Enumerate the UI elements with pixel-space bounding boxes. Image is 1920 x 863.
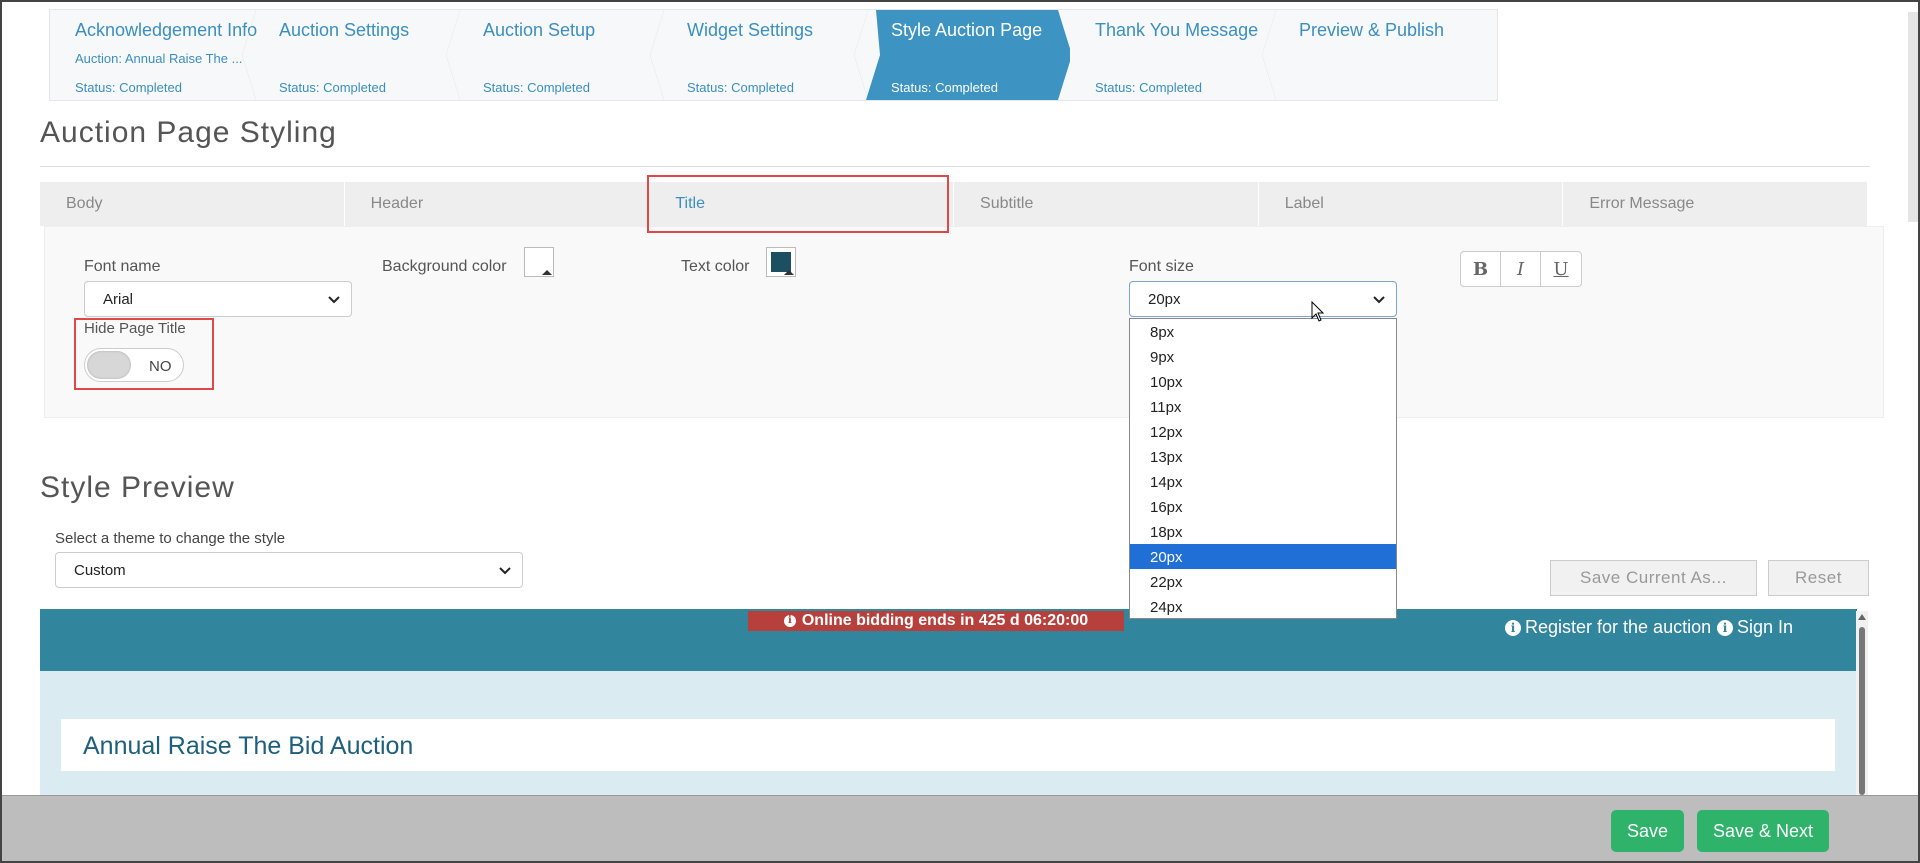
font-size-dropdown: 8px 9px 10px 11px 12px 13px 14px 16px 18… <box>1129 318 1397 619</box>
step-status: Status: Completed <box>279 80 386 95</box>
chevron-down-icon <box>1373 296 1385 304</box>
step-name: Auction Settings <box>279 20 410 40</box>
font-size-option[interactable]: 12px <box>1130 419 1396 444</box>
font-size-option[interactable]: 18px <box>1130 519 1396 544</box>
tab-label[interactable]: Label <box>1259 182 1564 226</box>
bold-button[interactable]: B <box>1461 252 1501 286</box>
step-acknowledgement-info[interactable]: Acknowledgement Info Auction: Annual Rai… <box>50 10 258 100</box>
register-link[interactable]: i Register for the auction <box>1505 617 1711 638</box>
style-settings-panel <box>44 226 1884 418</box>
step-name: Acknowledgement Info <box>75 20 258 40</box>
font-size-option[interactable]: 10px <box>1130 369 1396 394</box>
save-button[interactable]: Save <box>1611 810 1684 852</box>
mouse-cursor-icon <box>1311 301 1325 322</box>
divider <box>40 166 1870 167</box>
step-auction-name: Auction: Annual Raise The ... <box>75 51 243 66</box>
text-format-buttons: B I U <box>1460 251 1582 287</box>
scroll-up-arrow-icon[interactable] <box>1858 614 1866 620</box>
info-icon: i <box>783 615 796 627</box>
italic-button[interactable]: I <box>1501 252 1541 286</box>
style-preview-area: i Online bidding ends in 425 d 06:20:00 … <box>40 609 1857 799</box>
style-tabs: Body Header Title Subtitle Label Error M… <box>40 182 1869 226</box>
theme-value: Custom <box>74 562 126 579</box>
font-name-select[interactable]: Arial <box>84 281 352 317</box>
step-status: Status: Completed <box>75 80 182 95</box>
underline-button[interactable]: U <box>1541 252 1581 286</box>
reset-button[interactable]: Reset <box>1768 560 1869 596</box>
step-name: Widget Settings <box>687 20 814 40</box>
countdown-banner: i Online bidding ends in 425 d 06:20:00 <box>748 611 1124 631</box>
hide-title-highlight <box>74 318 214 390</box>
step-auction-settings[interactable]: Auction Settings Status: Completed <box>254 10 460 100</box>
theme-label: Select a theme to change the style <box>55 530 286 547</box>
preview-auction-title: Annual Raise The Bid Auction <box>83 732 414 760</box>
font-name-value: Arial <box>103 291 134 308</box>
tab-header[interactable]: Header <box>345 182 650 226</box>
step-auction-setup[interactable]: Auction Setup Status: Completed <box>458 10 664 100</box>
tab-subtitle[interactable]: Subtitle <box>954 182 1259 226</box>
page-scrollbar[interactable] <box>1908 12 1918 222</box>
page-title: Auction Page Styling <box>40 116 337 149</box>
register-link-text: Register for the auction <box>1525 617 1712 637</box>
theme-select[interactable]: Custom <box>55 552 523 588</box>
step-name: Preview & Publish <box>1299 20 1445 40</box>
step-preview-publish[interactable]: Preview & Publish <box>1274 10 1478 100</box>
step-style-auction-page[interactable]: Style Auction Page Status: Completed <box>866 10 1070 100</box>
font-size-option[interactable]: 22px <box>1130 569 1396 594</box>
save-and-next-button[interactable]: Save & Next <box>1697 810 1829 852</box>
step-name: Auction Setup <box>483 20 596 40</box>
font-size-option-selected[interactable]: 20px <box>1130 544 1396 569</box>
font-size-option[interactable]: 24px <box>1130 594 1396 619</box>
font-size-label: Font size <box>1129 258 1194 275</box>
step-thank-you-message[interactable]: Thank You Message Status: Completed <box>1070 10 1276 100</box>
info-icon: i <box>1505 619 1521 636</box>
footer-bar: Save Save & Next <box>0 795 1920 863</box>
tab-body[interactable]: Body <box>40 182 345 226</box>
save-current-as-button[interactable]: Save Current As... <box>1550 560 1757 596</box>
step-name: Style Auction Page <box>891 20 1043 40</box>
font-size-option[interactable]: 9px <box>1130 344 1396 369</box>
step-status: Status: Completed <box>891 80 998 95</box>
step-status: Status: Completed <box>483 80 590 95</box>
step-status: Status: Completed <box>687 80 794 95</box>
style-preview-title: Style Preview <box>40 471 235 504</box>
signin-link[interactable]: i Sign In <box>1717 617 1793 638</box>
font-size-value: 20px <box>1148 291 1181 308</box>
font-size-option[interactable]: 14px <box>1130 469 1396 494</box>
wizard-steps: Acknowledgement Info Auction: Annual Rai… <box>49 9 1498 101</box>
preview-title-box: Annual Raise The Bid Auction <box>61 719 1835 771</box>
picker-caret-icon <box>784 270 794 275</box>
font-size-select[interactable]: 20px <box>1129 281 1397 317</box>
background-color-picker[interactable] <box>524 247 554 277</box>
chevron-down-icon <box>328 296 340 304</box>
tab-error-message[interactable]: Error Message <box>1563 182 1869 226</box>
text-color-label: Text color <box>681 258 750 275</box>
title-tab-highlight <box>647 175 949 233</box>
font-size-option[interactable]: 8px <box>1130 319 1396 344</box>
step-widget-settings[interactable]: Widget Settings Status: Completed <box>662 10 868 100</box>
countdown-text: Online bidding ends in 425 d 06:20:00 <box>801 612 1089 629</box>
signin-link-text: Sign In <box>1737 617 1794 637</box>
preview-scrollbar[interactable] <box>1856 611 1868 795</box>
step-name: Thank You Message <box>1095 20 1259 40</box>
font-size-option[interactable]: 13px <box>1130 444 1396 469</box>
background-color-label: Background color <box>382 258 507 275</box>
color-swatch-fill <box>771 252 791 272</box>
font-size-option[interactable]: 16px <box>1130 494 1396 519</box>
preview-header-bar: i Online bidding ends in 425 d 06:20:00 … <box>40 609 1857 671</box>
font-name-label: Font name <box>84 258 161 275</box>
step-status: Status: Completed <box>1095 80 1202 95</box>
text-color-picker[interactable] <box>766 247 796 277</box>
scrollbar-thumb[interactable] <box>1859 627 1865 795</box>
picker-caret-icon <box>542 270 552 275</box>
info-icon: i <box>1717 619 1733 636</box>
color-swatch-fill <box>529 252 549 272</box>
font-size-option[interactable]: 11px <box>1130 394 1396 419</box>
chevron-down-icon <box>499 567 511 575</box>
